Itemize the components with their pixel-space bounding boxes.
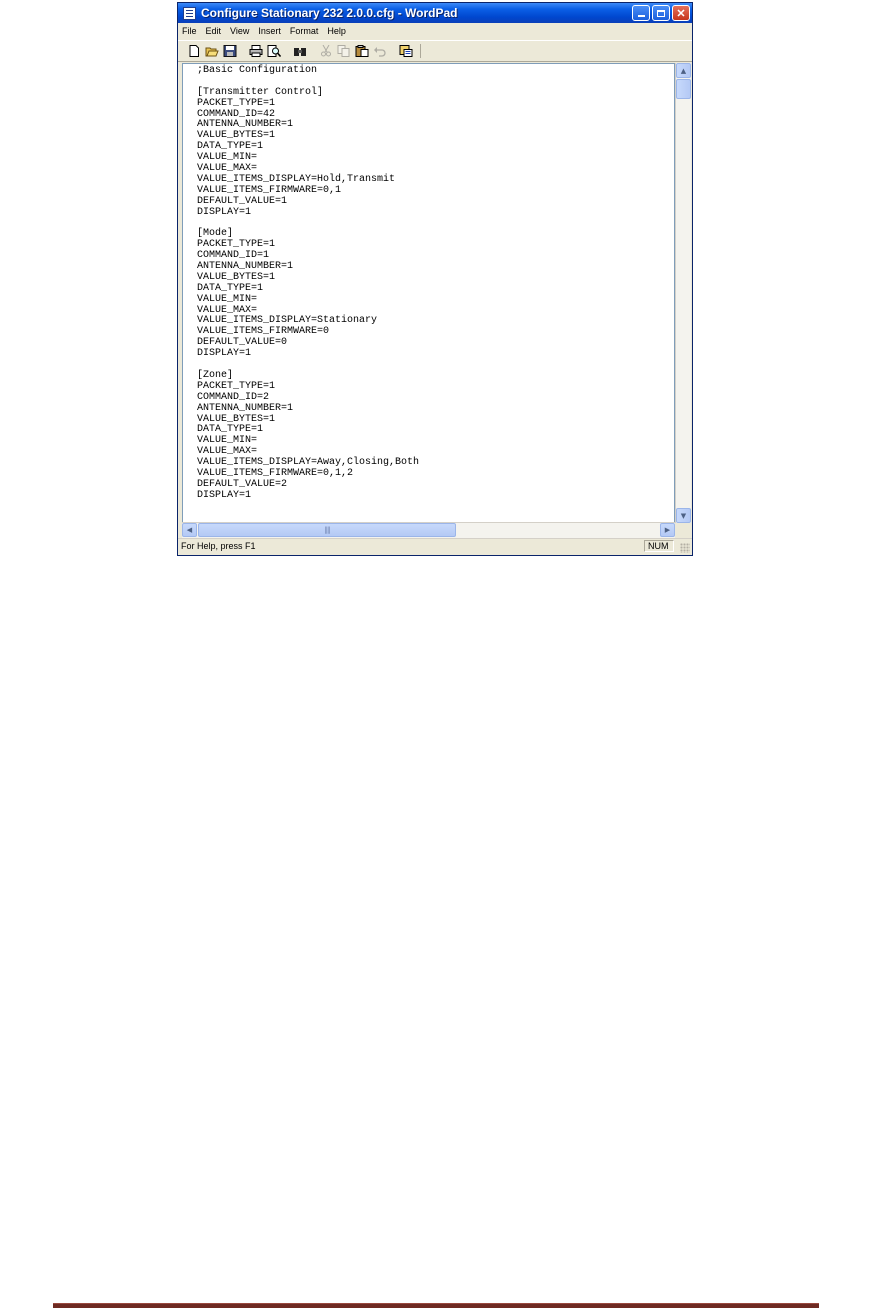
minimize-button[interactable] xyxy=(632,5,650,21)
menu-view[interactable]: View xyxy=(230,26,249,36)
status-help-text: For Help, press F1 xyxy=(181,541,256,551)
document-line: ;Basic Configuration xyxy=(197,65,318,76)
close-button[interactable]: ✕ xyxy=(672,5,690,21)
document-edit-area[interactable]: ;Basic Configuration [Transmitter Control… xyxy=(182,63,675,523)
maximize-button[interactable] xyxy=(652,5,670,21)
scroll-right-button[interactable]: ▶ xyxy=(660,523,675,537)
status-bar: For Help, press F1 NUM xyxy=(178,538,692,555)
chevron-down-icon: ▼ xyxy=(680,511,687,520)
cut-button[interactable] xyxy=(318,44,334,58)
page-footer-rule xyxy=(53,1303,819,1308)
vertical-scrollbar[interactable]: ▲ ▼ xyxy=(675,63,691,523)
scrollbar-corner xyxy=(676,523,691,538)
undo-icon xyxy=(374,47,386,57)
find-icon xyxy=(294,48,306,56)
menu-edit[interactable]: Edit xyxy=(206,26,222,36)
date-time-icon xyxy=(399,45,413,57)
menu-file[interactable]: File xyxy=(182,26,197,36)
scroll-left-button[interactable]: ◀ xyxy=(182,523,197,537)
copy-button[interactable] xyxy=(336,44,352,58)
chevron-up-icon: ▲ xyxy=(680,66,687,75)
title-bar[interactable]: Configure Stationary 232 2.0.0.cfg - Wor… xyxy=(178,3,692,23)
horizontal-scrollbar[interactable]: ◀ |||| ▶ xyxy=(182,522,675,538)
maximize-icon xyxy=(657,9,665,17)
resize-grip-icon[interactable] xyxy=(680,543,690,553)
scroll-up-button[interactable]: ▲ xyxy=(676,63,691,78)
document-line: ANTENNA_NUMBER=1 xyxy=(197,402,294,414)
document-line: DISPLAY=1 xyxy=(197,489,252,501)
document-line: DEFAULT_VALUE=1 xyxy=(197,195,288,207)
cut-icon xyxy=(321,45,331,57)
date-time-button[interactable] xyxy=(398,44,414,58)
num-lock-indicator: NUM xyxy=(644,540,674,552)
print-button[interactable] xyxy=(248,44,264,58)
print-preview-button[interactable] xyxy=(266,44,282,58)
menu-help[interactable]: Help xyxy=(327,26,346,36)
save-icon xyxy=(223,45,237,57)
paste-button[interactable] xyxy=(354,44,370,58)
new-icon xyxy=(189,45,199,57)
document-line: DISPLAY=1 xyxy=(197,206,252,218)
horizontal-scroll-thumb[interactable]: |||| xyxy=(198,523,456,537)
toolbar xyxy=(178,40,692,62)
grip-lines-icon: |||| xyxy=(324,526,331,534)
window-title: Configure Stationary 232 2.0.0.cfg - Wor… xyxy=(201,6,458,20)
toolbar-separator xyxy=(420,44,421,58)
minimize-icon xyxy=(637,15,645,17)
wordpad-window: Configure Stationary 232 2.0.0.cfg - Wor… xyxy=(177,2,693,556)
save-button[interactable] xyxy=(222,44,238,58)
open-button[interactable] xyxy=(204,44,220,58)
chevron-left-icon: ◀ xyxy=(186,526,193,534)
menu-format[interactable]: Format xyxy=(290,26,319,36)
chevron-right-icon: ▶ xyxy=(664,526,671,534)
wordpad-app-icon[interactable] xyxy=(183,6,196,20)
copy-icon xyxy=(337,45,350,57)
document-line: DISPLAY=1 xyxy=(197,348,252,360)
print-preview-icon xyxy=(267,45,281,57)
undo-button[interactable] xyxy=(372,44,388,58)
paste-icon xyxy=(355,45,369,57)
document-line: PACKET_TYPE=1 xyxy=(197,97,276,109)
vertical-scroll-thumb[interactable] xyxy=(676,79,691,99)
print-icon xyxy=(249,45,263,57)
new-button[interactable] xyxy=(186,44,202,58)
find-button[interactable] xyxy=(292,44,308,58)
close-icon: ✕ xyxy=(676,7,686,20)
document-text[interactable]: ;Basic Configuration [Transmitter Control… xyxy=(197,65,419,502)
document-line: COMMAND_ID=2 xyxy=(197,391,270,403)
menu-insert[interactable]: Insert xyxy=(258,26,281,36)
document-line: VALUE_MIN= xyxy=(197,293,258,305)
menu-bar: File Edit View Insert Format Help xyxy=(178,23,692,39)
scroll-down-button[interactable]: ▼ xyxy=(676,508,691,523)
open-icon xyxy=(205,47,219,57)
